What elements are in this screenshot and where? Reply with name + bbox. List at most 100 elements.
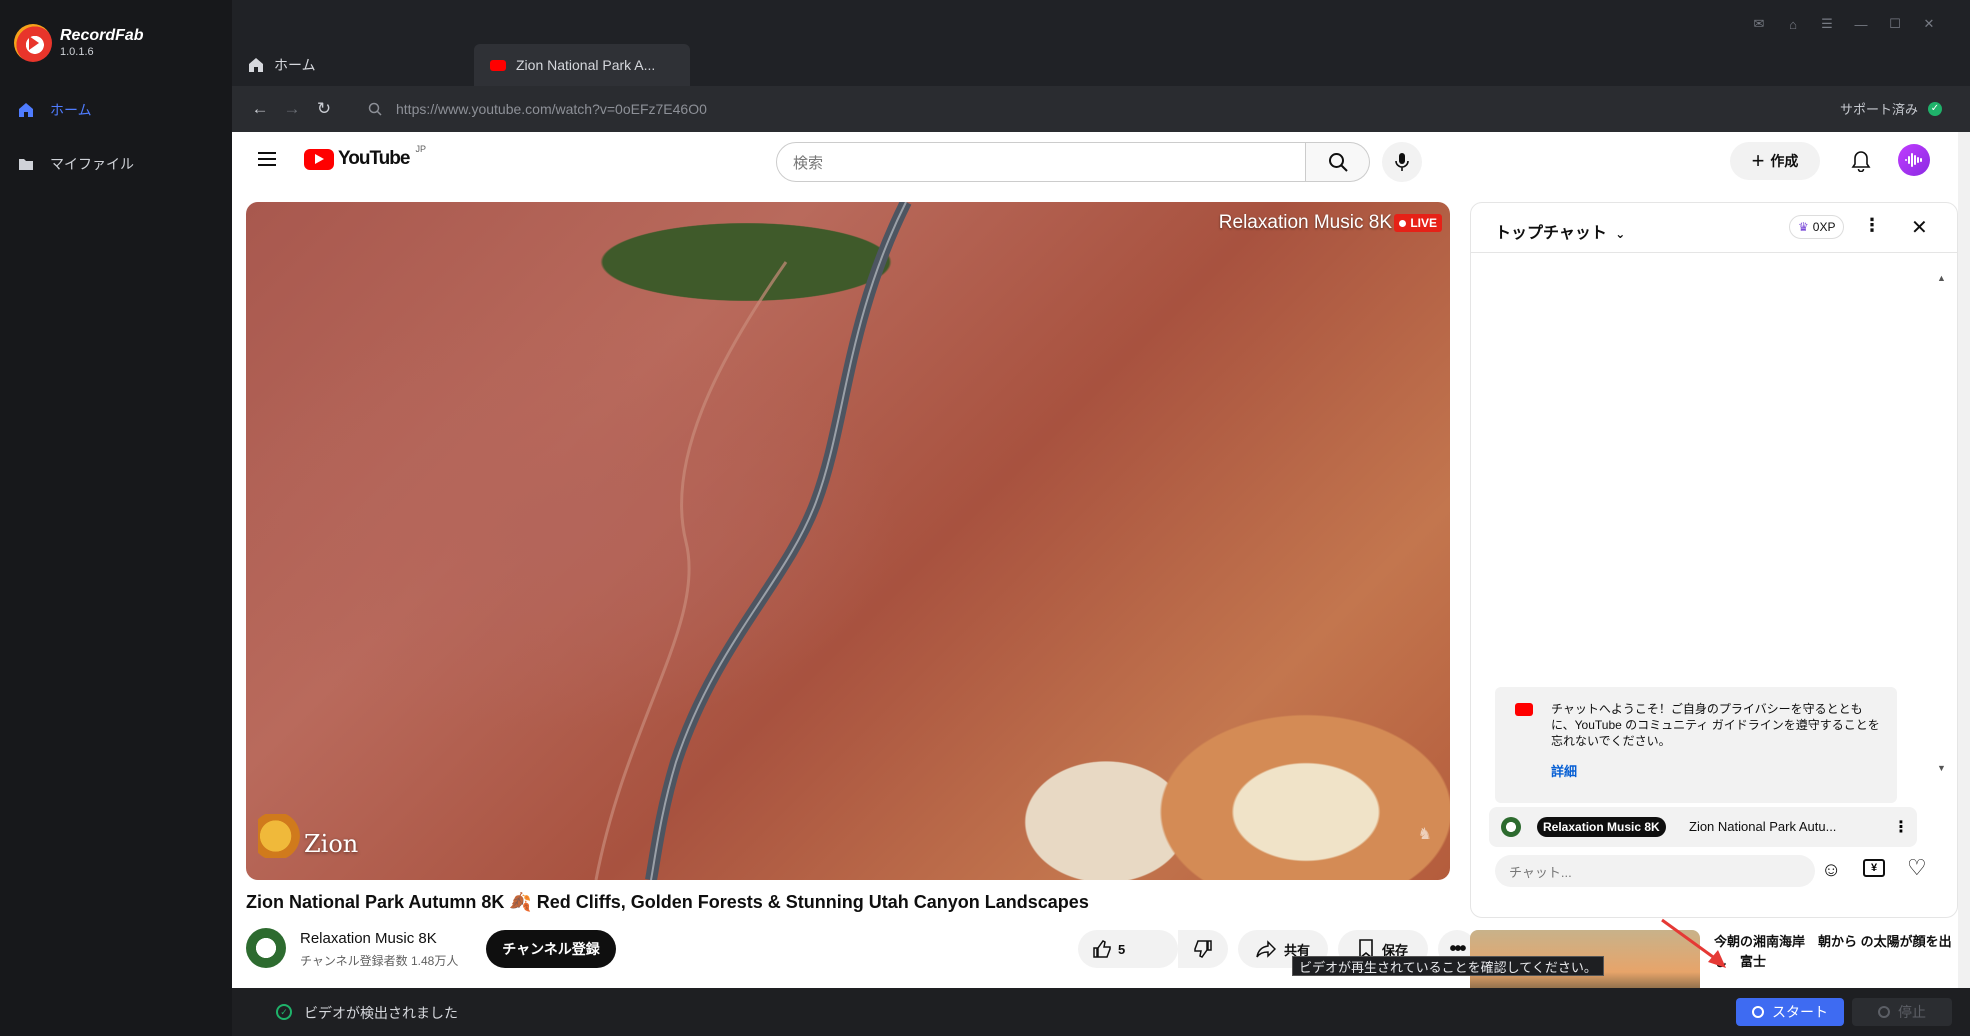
youtube-wordmark: YouTube	[338, 148, 410, 169]
dislike-button[interactable]	[1178, 930, 1228, 968]
stop-icon	[1878, 1006, 1890, 1018]
subscribe-button[interactable]: チャンネル登録	[486, 930, 616, 968]
web-content: YouTube JP 検索 + 作成 Relaxation Music 8K L…	[232, 132, 1970, 988]
youtube-play-icon	[304, 148, 334, 170]
tab-label: Zion National Park A...	[516, 57, 656, 73]
red-arrow-icon	[1661, 918, 1726, 968]
chat-header: トップチャット ⌄ ♛ 0XP ⋮ ✕	[1471, 203, 1957, 253]
chat-close-icon[interactable]: ✕	[1911, 215, 1928, 240]
live-badge: LIVE	[1394, 214, 1442, 232]
voice-search-button[interactable]	[1382, 142, 1422, 182]
pinned-text: Zion National Park Autu...	[1689, 819, 1837, 834]
channel-avatar	[1501, 817, 1521, 837]
welcome-text: チャットへようこそ！ご自身のプライバシーを守るとともに、YouTube のコミュ…	[1551, 702, 1880, 748]
title-bar: ✉ ⌂ ☰ — ☐ ✕ ホーム Zion National Park A...	[232, 0, 1970, 86]
channel-avatar[interactable]	[246, 928, 286, 968]
home-icon	[249, 58, 263, 72]
thumbs-up-icon	[1093, 940, 1111, 958]
sidebar-item-home[interactable]: ホーム	[0, 88, 232, 132]
check-circle-icon: ✓	[276, 1004, 292, 1020]
chat-input[interactable]: チャット...	[1495, 855, 1815, 887]
maple-leaf-icon	[258, 814, 302, 858]
subscriber-count: チャンネル登録者数 1.48万人	[300, 954, 459, 968]
recordfab-window: RecordFab 1.0.1.6 ホーム マイファイル ✉ ⌂ ☰ — ☐ ✕…	[0, 0, 1970, 1036]
tab-video[interactable]: Zion National Park A...	[474, 44, 690, 86]
video-title: Zion National Park Autumn 8K 🍂 Red Cliff…	[246, 892, 1089, 912]
pinned-channel-badge: Relaxation Music 8K	[1537, 817, 1666, 837]
chat-input-placeholder: チャット...	[1509, 864, 1572, 880]
support-label: サポート済み	[1839, 102, 1918, 117]
youtube-icon	[1515, 703, 1533, 716]
thumbs-down-icon	[1194, 940, 1212, 958]
heart-button[interactable]: ♡	[1907, 855, 1927, 881]
reload-button[interactable]: ↻	[308, 93, 340, 125]
notifications-button[interactable]	[1846, 146, 1876, 176]
menu-icon[interactable]: ☰	[1810, 14, 1844, 34]
create-button[interactable]: + 作成	[1730, 142, 1820, 180]
bell-icon	[1851, 151, 1871, 172]
plus-icon: +	[1751, 148, 1765, 173]
stop-label: 停止	[1898, 1004, 1926, 1020]
app-logo: RecordFab 1.0.1.6	[14, 24, 144, 62]
mail-icon[interactable]: ✉	[1742, 14, 1776, 34]
search-input[interactable]: 検索	[776, 142, 1306, 182]
home-icon	[19, 103, 33, 117]
search-placeholder: 検索	[793, 154, 824, 172]
address-bar: ← → ↻ https://www.youtube.com/watch?v=0o…	[232, 86, 1970, 132]
crown-icon: ♛	[1798, 220, 1809, 234]
tab-home[interactable]: ホーム	[232, 44, 462, 86]
chat-menu-icon[interactable]: ⋮	[1863, 215, 1881, 236]
youtube-header: YouTube JP 検索 + 作成	[232, 132, 1970, 188]
search-icon	[1328, 153, 1348, 172]
chevron-down-icon: ⌄	[1615, 227, 1626, 241]
hamburger-menu-icon[interactable]	[258, 152, 276, 166]
forward-button[interactable]: →	[276, 93, 308, 125]
maximize-button[interactable]: ☐	[1878, 14, 1912, 34]
store-icon[interactable]: ⌂	[1776, 14, 1810, 34]
like-button[interactable]: 5	[1092, 939, 1125, 959]
xp-badge[interactable]: ♛ 0XP	[1789, 215, 1845, 239]
recommendation-title[interactable]: 今朝の湘南海岸 朝から の太陽が顔を出し 富士	[1714, 932, 1954, 972]
tab-label: ホーム	[274, 57, 316, 73]
start-label: スタート	[1772, 1004, 1828, 1020]
chat-welcome-message: チャットへようこそ！ご自身のプライバシーを守るとともに、YouTube のコミュ…	[1495, 687, 1897, 803]
video-tooltip: ビデオが再生されていることを確認してください。	[1292, 956, 1604, 976]
video-watermark-text: Zion	[304, 830, 359, 858]
super-chat-button[interactable]: ¥	[1863, 859, 1885, 877]
back-button[interactable]: ←	[244, 93, 276, 125]
window-controls: ✉ ⌂ ☰ — ☐ ✕	[1742, 14, 1946, 34]
learn-more-link[interactable]: 詳細	[1551, 761, 1577, 780]
channel-name[interactable]: Relaxation Music 8K	[300, 930, 437, 947]
check-icon: ✓	[1928, 101, 1942, 116]
url-field[interactable]: https://www.youtube.com/watch?v=0oEFz7E4…	[352, 94, 1822, 124]
pinned-menu-icon[interactable]: ⋮	[1893, 817, 1909, 837]
share-icon	[1256, 940, 1276, 958]
pinned-message[interactable]: Relaxation Music 8K Zion National Park A…	[1489, 807, 1917, 847]
sidebar-item-my-files[interactable]: マイファイル	[0, 142, 232, 186]
chat-title: トップチャット	[1495, 225, 1607, 242]
app-version: 1.0.1.6	[60, 46, 94, 58]
sidebar-item-label: マイファイル	[50, 156, 134, 172]
search-button[interactable]	[1306, 142, 1370, 182]
create-label: 作成	[1770, 153, 1799, 169]
minimize-button[interactable]: —	[1844, 14, 1878, 34]
region-code: JP	[415, 144, 426, 154]
status-bar: ✓ ビデオが検出されました スタート 停止	[232, 988, 1970, 1036]
chat-scroll-down-icon[interactable]: ▼	[1937, 763, 1946, 773]
start-button[interactable]: スタート	[1736, 998, 1844, 1026]
page-scrollbar[interactable]	[1958, 132, 1970, 988]
search-icon	[368, 102, 382, 116]
stop-button[interactable]: 停止	[1852, 998, 1952, 1026]
video-player[interactable]: Relaxation Music 8K LIVE Zion ♞	[246, 202, 1450, 880]
road-illustration	[594, 202, 912, 880]
xp-value: 0XP	[1812, 220, 1836, 234]
audio-waveform-icon	[1905, 153, 1922, 167]
chat-scroll-up-icon[interactable]: ▲	[1937, 273, 1946, 283]
close-button[interactable]: ✕	[1912, 14, 1946, 34]
emoji-button[interactable]: ☺	[1821, 859, 1841, 882]
youtube-logo[interactable]: YouTube JP	[304, 144, 426, 170]
account-avatar[interactable]	[1898, 144, 1930, 176]
recordfab-logo-icon	[14, 24, 52, 62]
record-icon	[1752, 1006, 1764, 1018]
chat-mode-selector[interactable]: トップチャット ⌄	[1495, 219, 1625, 243]
